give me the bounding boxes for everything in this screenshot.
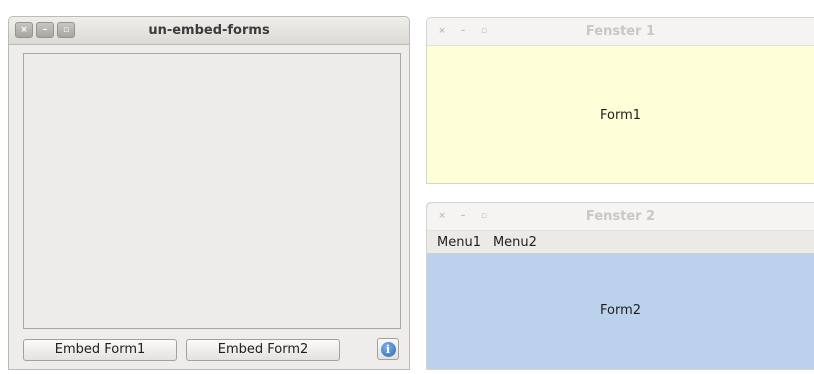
window-fenster-1: × – ▫ Fenster 1 Form1 (426, 17, 814, 184)
main-window: × – ▫ un-embed-forms (8, 16, 410, 370)
window-fenster-2: × – ▫ Fenster 2 Menu1 Menu2 Form2 (426, 202, 814, 370)
info-icon[interactable]: i (377, 338, 399, 360)
fenster-2-titlebar[interactable]: × – ▫ Fenster 2 (427, 203, 814, 231)
menu-item-menu2[interactable]: Menu2 (487, 235, 543, 250)
main-window-title: un-embed-forms (148, 23, 270, 38)
fenster-1-titlebar[interactable]: × – ▫ Fenster 1 (427, 18, 814, 46)
info-icon-circle: i (380, 341, 396, 357)
fenster-2-title: Fenster 2 (585, 209, 656, 224)
form1-label: Form1 (599, 108, 642, 123)
menu-item-menu1[interactable]: Menu1 (431, 235, 487, 250)
embed-form2-button[interactable]: Embed Form2 (186, 339, 340, 361)
menubar: Menu1 Menu2 (427, 231, 814, 254)
main-window-titlebar[interactable]: × – ▫ un-embed-forms (9, 17, 409, 45)
embed-container-panel (23, 53, 401, 329)
fenster-1-title: Fenster 1 (585, 24, 656, 39)
embed-form1-button[interactable]: Embed Form1 (23, 339, 177, 361)
form2-label: Form2 (599, 303, 642, 318)
